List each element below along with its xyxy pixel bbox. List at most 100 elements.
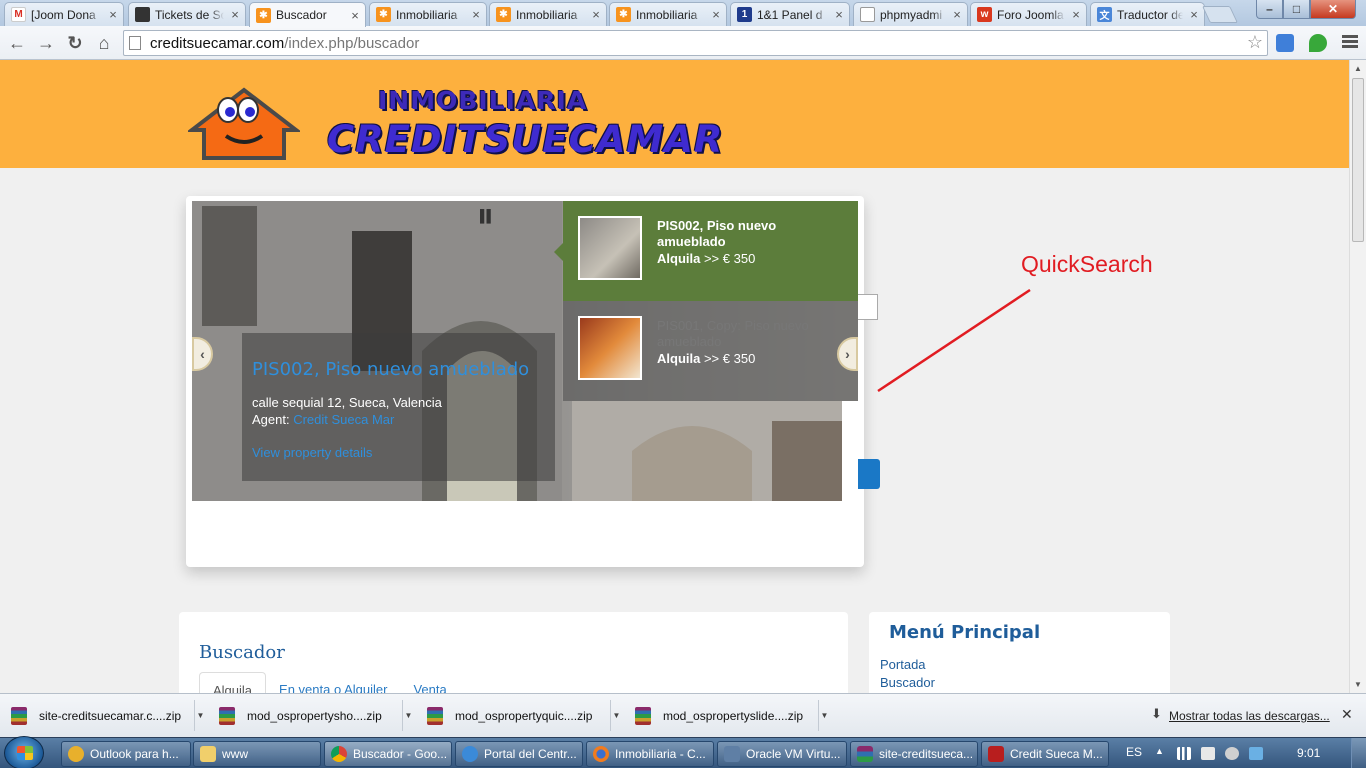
thumb-title: PIS001, Copy: Piso nuevo amueblado (657, 318, 809, 349)
browser-tab[interactable]: Tickets de So × (128, 2, 246, 26)
bookmark-star-icon[interactable]: ☆ (1247, 32, 1263, 53)
show-desktop-button[interactable] (1351, 738, 1366, 768)
search-tabs: Alquila En venta o Alquiler Venta (199, 672, 460, 693)
house-mascot-icon (188, 87, 300, 160)
browser-tab[interactable]: phpmyadmi × (853, 2, 968, 26)
menu-link-buscador[interactable]: Buscador (880, 675, 935, 690)
close-icon[interactable]: × (349, 8, 361, 23)
taskbar-label: www (222, 747, 248, 761)
scroll-down-icon[interactable]: ▼ (1350, 676, 1366, 693)
joomla-icon: ✱ (496, 7, 511, 22)
view-details-link[interactable]: View property details (252, 445, 545, 460)
evernote-extension-icon[interactable] (1309, 34, 1327, 52)
home-button[interactable]: ⌂ (92, 31, 116, 55)
tab-title: Traductor de (1117, 7, 1183, 22)
taskbar-item[interactable]: Portal del Centr... (455, 741, 583, 767)
maximize-button[interactable]: □ (1283, 0, 1310, 19)
clock[interactable]: 9:01 (1297, 746, 1320, 760)
logo-text-main[interactable]: CREDITSUECAMAR (327, 118, 723, 161)
browser-tab[interactable]: ✱ Inmobiliaria × (369, 2, 487, 26)
annotation-label: QuickSearch (1021, 251, 1153, 277)
tab-alquila[interactable]: Alquila (199, 672, 267, 693)
taskbar-item[interactable]: Inmobiliaria - C... (586, 741, 714, 767)
close-icon[interactable]: × (1070, 7, 1082, 22)
scroll-thumb[interactable] (1352, 78, 1364, 242)
browser-tab-active[interactable]: ✱ Buscador × (249, 2, 366, 27)
taskbar-label: Buscador - Goo... (353, 747, 448, 761)
close-icon[interactable]: × (710, 7, 722, 22)
close-icon[interactable]: × (833, 7, 845, 22)
browser-tab[interactable]: 1 1&1 Panel d × (730, 2, 850, 26)
quicksearch-button[interactable] (858, 459, 880, 489)
taskbar-item[interactable]: Outlook para h... (61, 741, 191, 767)
battery-icon[interactable] (1201, 747, 1215, 760)
url-host: creditsuecamar.com (150, 35, 285, 52)
browser-tab[interactable]: M [Joom Dona × (4, 2, 124, 26)
translate-extension-icon[interactable] (1276, 34, 1294, 52)
download-item[interactable]: mod_ospropertyquic....zip ▼ (416, 699, 623, 732)
taskbar-item[interactable]: Oracle VM Virtu... (717, 741, 847, 767)
show-hidden-icons-icon[interactable]: ▲ (1155, 746, 1164, 756)
taskbar-item[interactable]: site-creditsueca... (850, 741, 978, 767)
browser-tab[interactable]: ✱ Inmobiliaria × (489, 2, 607, 26)
dropdown-arrow-icon[interactable]: ▼ (818, 700, 830, 731)
browser-tab[interactable]: w Foro Joomla × (970, 2, 1087, 26)
close-icon[interactable]: × (107, 7, 119, 22)
scroll-up-icon[interactable]: ▲ (1350, 60, 1366, 77)
tab-title: 1&1 Panel d (757, 7, 823, 22)
close-icon[interactable]: × (229, 7, 241, 22)
tab-title: Buscador (276, 8, 327, 22)
browser-toolbar: ← → ↻ ⌂ creditsuecamar.com/index.php/bus… (0, 26, 1366, 60)
taskbar-label: Inmobiliaria - C... (615, 747, 706, 761)
taskbar-item[interactable]: Credit Sueca M... (981, 741, 1109, 767)
caption-title[interactable]: PIS002, Piso nuevo amueblado (252, 359, 545, 380)
signal-icon[interactable] (1177, 747, 1191, 760)
volume-muted-icon[interactable] (1225, 747, 1239, 760)
browser-tab[interactable]: ✱ Inmobiliaria × (609, 2, 727, 26)
caption-agent: Agent: Credit Sueca Mar (252, 412, 545, 427)
thumb-text: PIS001, Copy: Piso nuevo amueblado Alqui… (657, 316, 843, 386)
address-bar[interactable]: creditsuecamar.com/index.php/buscador ☆ (123, 30, 1268, 56)
page-scrollbar[interactable]: ▲ ▼ (1349, 60, 1366, 693)
back-button[interactable]: ← (5, 31, 29, 55)
firefox-icon (593, 746, 609, 762)
reload-button[interactable]: ↻ (63, 31, 87, 55)
dropdown-arrow-icon[interactable]: ▼ (194, 700, 206, 731)
browser-tab[interactable]: 文 Traductor de × (1090, 2, 1205, 26)
dropdown-arrow-icon[interactable]: ▼ (610, 700, 622, 731)
active-pointer (554, 243, 563, 261)
download-item[interactable]: site-creditsuecamar.c....zip ▼ (0, 699, 207, 732)
start-button[interactable] (4, 736, 44, 768)
close-icon[interactable]: × (951, 7, 963, 22)
menu-link-portada[interactable]: Portada (880, 657, 926, 672)
tab-venta[interactable]: Venta (400, 672, 459, 693)
show-all-downloads-link[interactable]: Mostrar todas las descargas... (1169, 709, 1330, 723)
pause-icon[interactable]: ▌▌ (480, 209, 495, 223)
close-icon[interactable]: × (1188, 7, 1200, 22)
joomla-icon: ✱ (616, 7, 631, 22)
slider-thumb-item[interactable]: PIS002, Piso nuevo amueblado Alquila >> … (554, 201, 858, 301)
minimize-button[interactable]: – (1256, 0, 1283, 19)
taskbar-label: Portal del Centr... (484, 747, 577, 761)
windows-logo-icon (17, 746, 33, 760)
network-icon[interactable] (1249, 747, 1263, 760)
forward-button[interactable]: → (34, 31, 58, 55)
chrome-menu-icon[interactable] (1342, 35, 1358, 50)
taskbar-item[interactable]: www (193, 741, 321, 767)
dropdown-arrow-icon[interactable]: ▼ (402, 700, 414, 731)
close-icon[interactable]: ✕ (1341, 706, 1353, 723)
new-tab-button[interactable] (1202, 6, 1238, 23)
tab-venta-o-alquiler[interactable]: En venta o Alquiler (266, 672, 400, 693)
slider-thumb-item[interactable]: PIS001, Copy: Piso nuevo amueblado Alqui… (563, 301, 858, 401)
close-window-button[interactable]: ✕ (1310, 0, 1356, 19)
download-item[interactable]: mod_ospropertyslide....zip ▼ (624, 699, 831, 732)
taskbar-item[interactable]: Buscador - Goo... (324, 741, 452, 767)
close-icon[interactable]: × (590, 7, 602, 22)
agent-link[interactable]: Credit Sueca Mar (293, 412, 394, 427)
language-indicator[interactable]: ES (1126, 745, 1142, 759)
winrar-icon (219, 706, 235, 725)
joomla-icon: ✱ (376, 7, 391, 22)
quicksearch-select[interactable] (858, 294, 878, 320)
download-item[interactable]: mod_ospropertysho....zip ▼ (208, 699, 415, 732)
close-icon[interactable]: × (470, 7, 482, 22)
